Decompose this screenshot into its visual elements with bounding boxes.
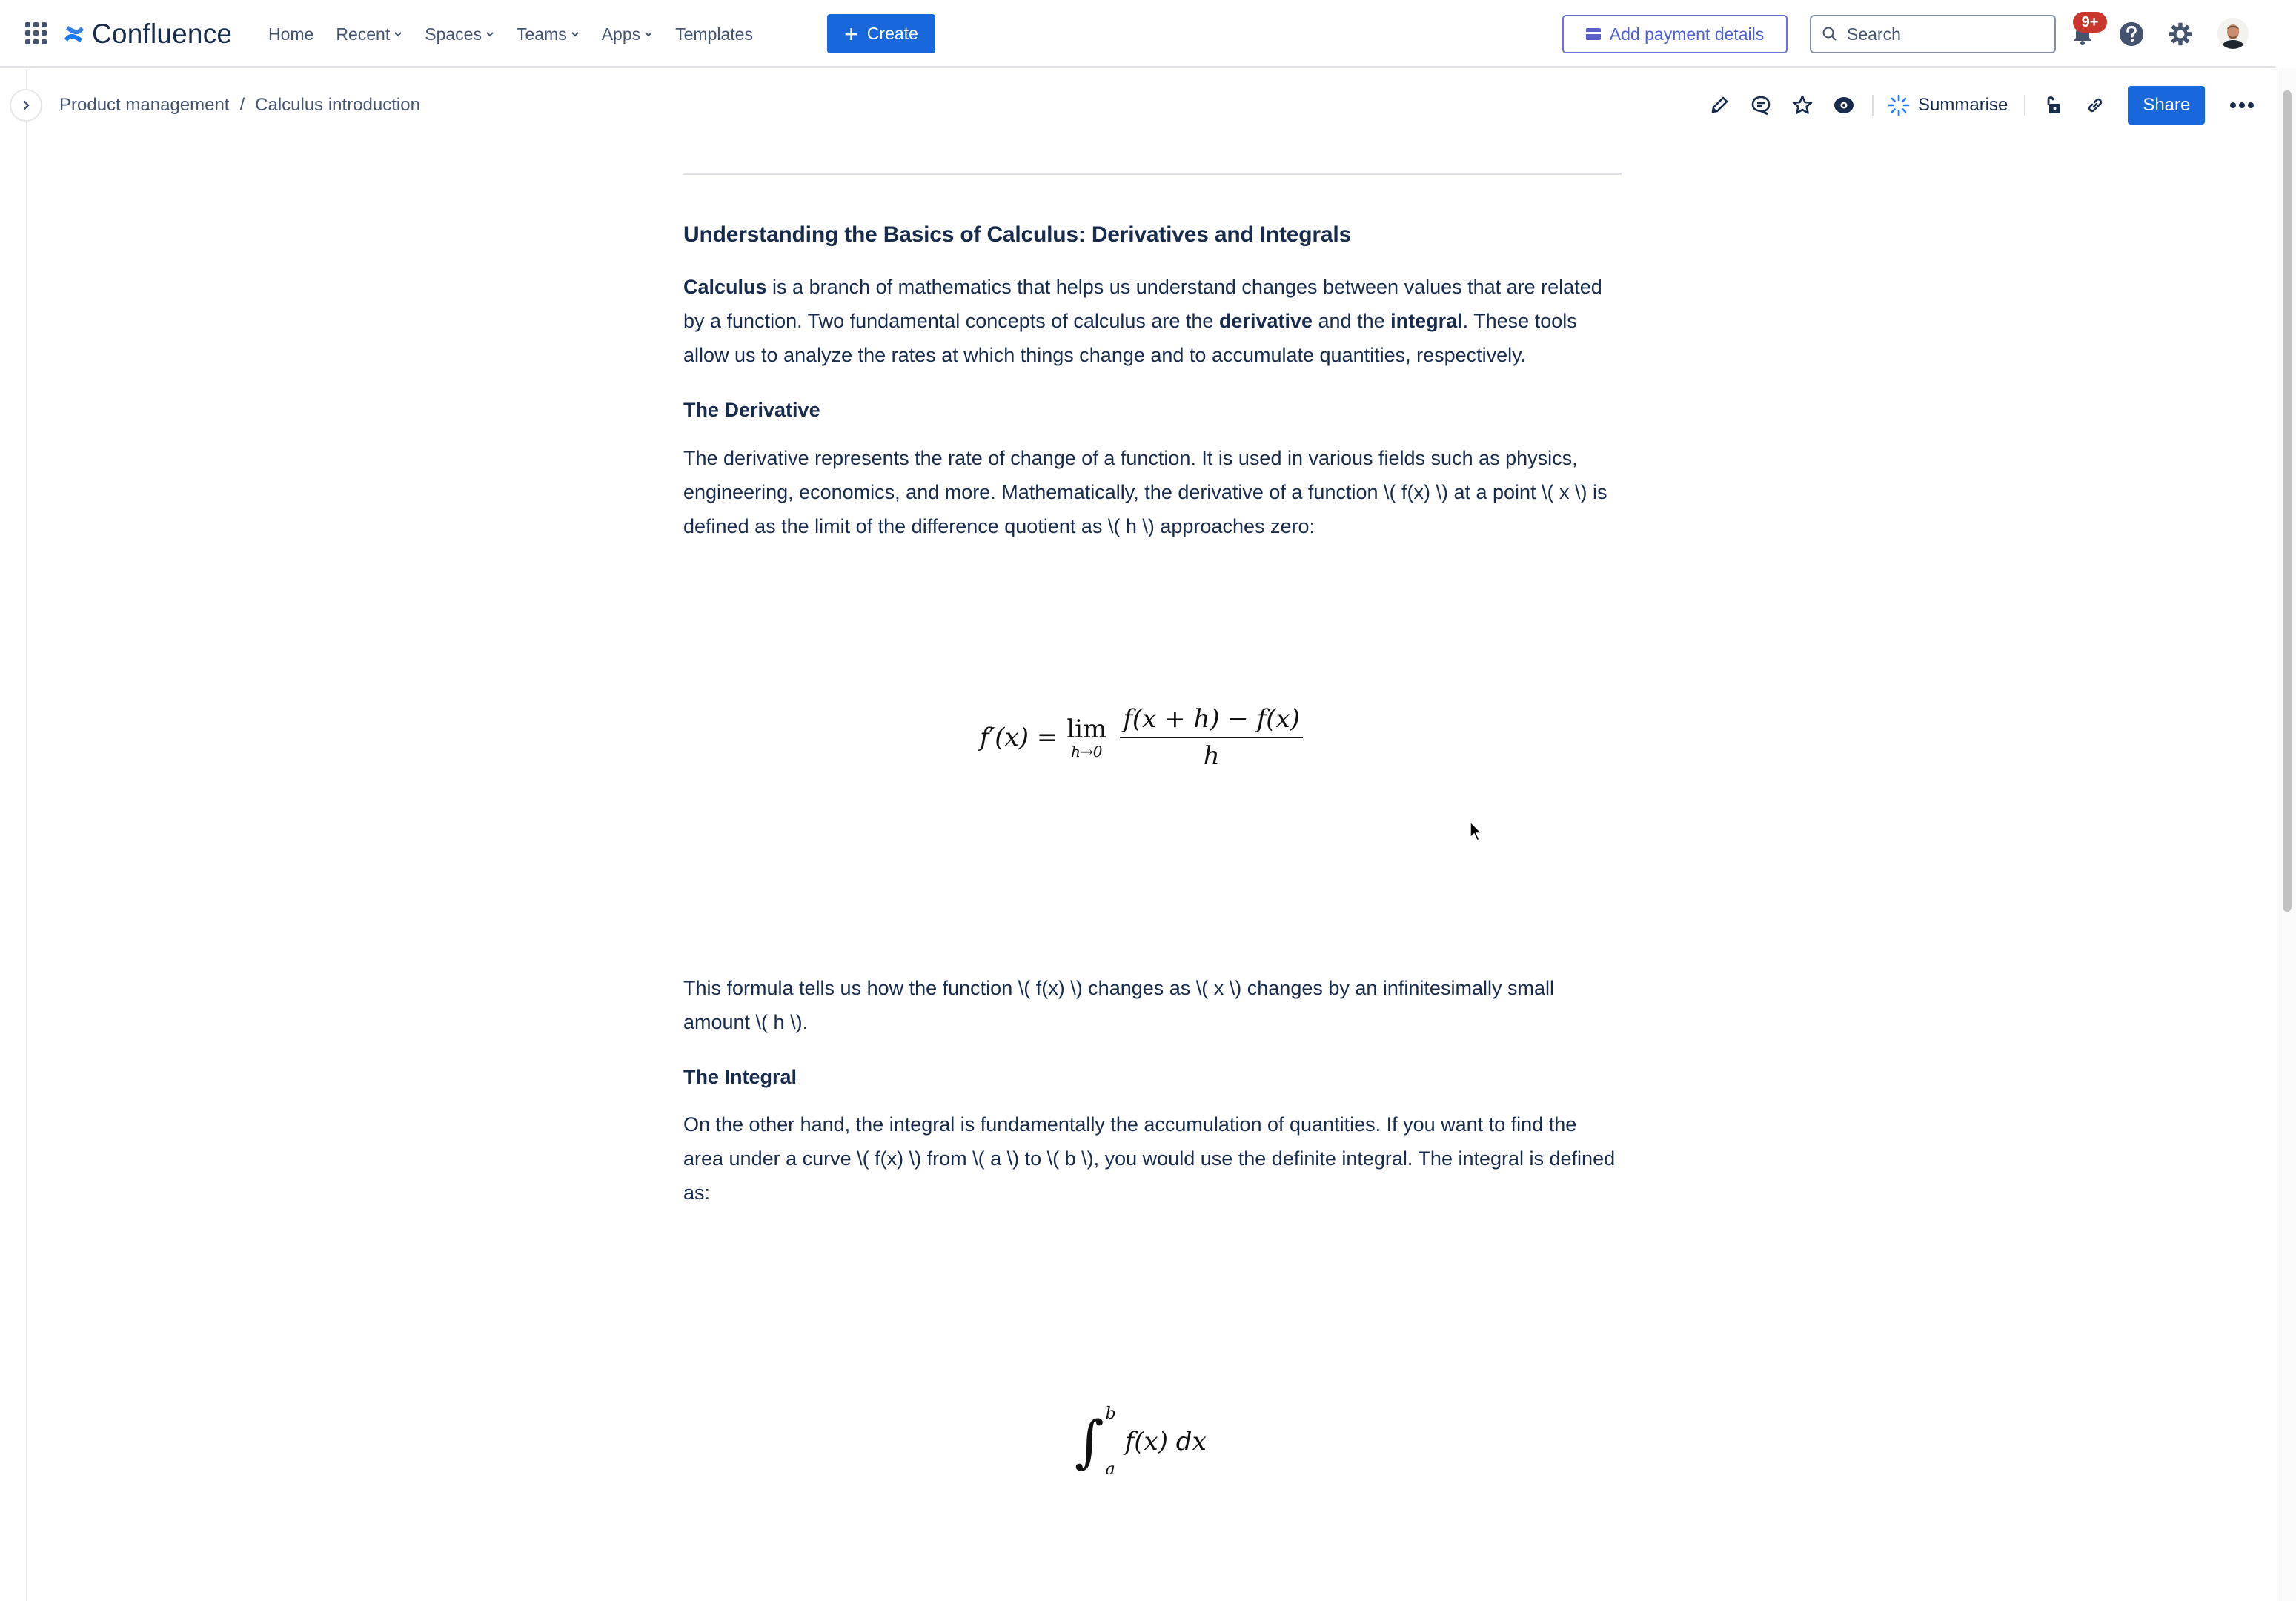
limit-operator: lim h→0	[1066, 715, 1106, 760]
summarise-icon	[1888, 94, 1910, 116]
copy-link-button[interactable]	[2080, 90, 2110, 120]
fraction-denominator: h	[1203, 741, 1220, 771]
chevron-down-icon	[486, 32, 494, 37]
article-title: Understanding the Basics of Calculus: De…	[683, 222, 1351, 247]
gear-icon	[2169, 22, 2192, 46]
breadcrumb: Product management / Calculus introducti…	[59, 92, 420, 119]
toolbar-divider	[2024, 95, 2026, 116]
more-actions-button[interactable]	[2226, 90, 2258, 120]
restrictions-button[interactable]	[2039, 90, 2068, 120]
nav-home-label: Home	[268, 24, 314, 44]
chevron-down-icon	[571, 32, 579, 37]
nav-spaces-label: Spaces	[425, 24, 482, 44]
help-icon	[2119, 21, 2144, 47]
integrand: f(x) dx	[1124, 1427, 1207, 1456]
edit-button[interactable]	[1705, 90, 1734, 120]
breadcrumb-page[interactable]: Calculus introduction	[255, 95, 420, 116]
integral-sign: ∫	[1075, 1408, 1104, 1474]
nav-home[interactable]: Home	[268, 24, 313, 44]
formula-explanation: This formula tells us how the function \…	[683, 977, 1554, 1033]
edit-icon	[1711, 96, 1728, 113]
star-button[interactable]	[1788, 90, 1817, 120]
sidebar-border	[26, 70, 27, 1601]
confluence-logo[interactable]: Confluence	[62, 16, 232, 52]
summarise-label: Summarise	[1918, 95, 2008, 115]
scrollbar-thumb[interactable]	[2283, 90, 2292, 912]
top-navigation: Confluence Home Recent Spaces Teams Apps…	[0, 0, 2275, 68]
app-switcher-icon[interactable]	[25, 22, 47, 44]
share-button[interactable]: Share	[2128, 86, 2206, 125]
bold-derivative: derivative	[1218, 310, 1313, 332]
integral-limits: b a	[1106, 1405, 1116, 1479]
summarise-button[interactable]: Summarise	[1887, 93, 2008, 117]
nav-spaces[interactable]: Spaces	[425, 24, 494, 44]
lower-limit: a	[1105, 1460, 1115, 1479]
help-button[interactable]	[2117, 19, 2146, 49]
derivative-heading: The Derivative	[683, 399, 820, 421]
chevron-down-icon	[394, 32, 402, 37]
derivative-formula: f′(x) = lim h→0 f(x + h) − f(x) h	[980, 704, 1303, 771]
nav-recent[interactable]: Recent	[336, 24, 402, 44]
nav-teams-label: Teams	[516, 24, 567, 44]
toolbar-divider	[1872, 95, 1874, 116]
search-field[interactable]	[1810, 15, 2056, 53]
page-toolbar: Summarise Share	[1705, 86, 2258, 125]
unlock-icon	[2047, 96, 2061, 113]
intro-paragraph: Calculus is a branch of mathematics that…	[683, 270, 1622, 372]
breadcrumb-space[interactable]: Product management	[59, 95, 229, 116]
upper-limit: b	[1105, 1405, 1116, 1423]
divider	[683, 173, 1622, 175]
nav-apps[interactable]: Apps	[602, 24, 653, 44]
integral-heading: The Integral	[683, 1066, 797, 1088]
create-label: Create	[866, 24, 918, 43]
plus-icon: +	[844, 20, 858, 47]
star-icon	[1792, 95, 1813, 114]
nav-recent-label: Recent	[336, 24, 391, 44]
more-icon	[2230, 102, 2254, 108]
comment-button[interactable]	[1746, 90, 1776, 120]
breadcrumb-separator: /	[239, 95, 245, 115]
lim-subscript: h→0	[1071, 743, 1103, 760]
integral-paragraph: On the other hand, the integral is funda…	[683, 1113, 1616, 1204]
nav-templates[interactable]: Templates	[675, 24, 753, 44]
search-input[interactable]	[1847, 24, 2040, 44]
intro-text-2: and the	[1313, 310, 1391, 332]
confluence-logo-icon	[64, 26, 84, 42]
bold-calculus: Calculus	[683, 276, 767, 298]
chevron-right-icon	[23, 100, 30, 110]
expand-sidebar-button[interactable]	[10, 89, 42, 122]
nav-teams[interactable]: Teams	[517, 24, 580, 44]
watch-button[interactable]	[1829, 90, 1859, 120]
create-button[interactable]: + Create	[827, 14, 935, 53]
fraction-numerator: f(x + h) − f(x)	[1120, 704, 1303, 738]
difference-quotient: f(x + h) − f(x) h	[1120, 704, 1303, 771]
watch-icon	[1834, 97, 1854, 113]
integral-formula: ∫ b a f(x) dx	[1075, 1393, 1207, 1490]
user-avatar-icon	[2217, 18, 2249, 49]
link-icon	[2088, 98, 2103, 113]
search-icon	[1822, 27, 1837, 41]
settings-button[interactable]	[2166, 19, 2195, 49]
payment-label: Add payment details	[1609, 24, 1765, 44]
derivative-paragraph: The derivative represents the rate of ch…	[683, 447, 1607, 537]
nav-templates-label: Templates	[675, 24, 753, 44]
avatar[interactable]	[2217, 18, 2249, 49]
primary-nav: Home Recent Spaces Teams Apps Templates	[268, 19, 775, 49]
comment-icon	[1751, 96, 1771, 116]
app-name: Confluence	[92, 19, 233, 49]
formula-lhs: f′(x) =	[980, 723, 1058, 752]
nav-apps-label: Apps	[601, 24, 641, 44]
chevron-down-icon	[645, 32, 652, 37]
notification-badge: 9+	[2073, 12, 2107, 33]
bold-integral: integral	[1390, 310, 1463, 332]
add-payment-details-button[interactable]: Add payment details	[1562, 15, 1788, 53]
lim-text: lim	[1066, 715, 1107, 744]
mouse-cursor-icon	[1470, 821, 1483, 842]
credit-card-icon	[1585, 28, 1601, 40]
